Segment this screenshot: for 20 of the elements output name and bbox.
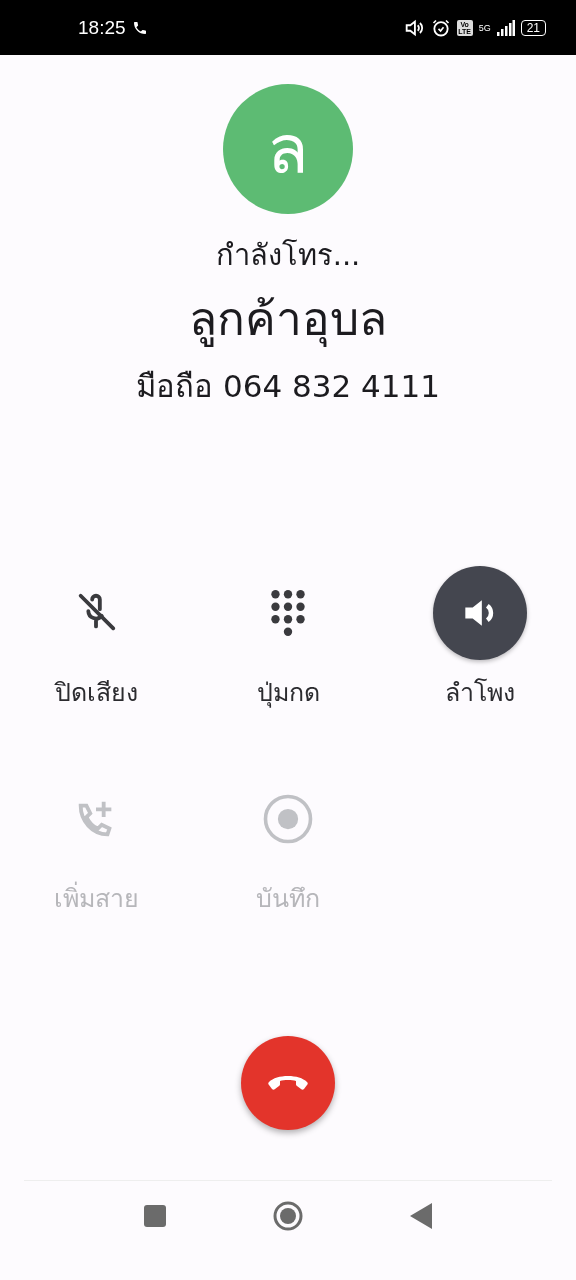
home-button[interactable] bbox=[273, 1200, 303, 1231]
record-icon bbox=[261, 792, 315, 846]
clock: 18:25 bbox=[78, 16, 126, 39]
battery-level: 21 bbox=[520, 19, 546, 36]
alarm-icon bbox=[430, 17, 451, 38]
mute-button[interactable]: ปิดเสียง bbox=[0, 566, 192, 712]
recents-button[interactable] bbox=[144, 1204, 166, 1227]
contact-avatar: ล bbox=[223, 84, 353, 214]
end-call-button[interactable] bbox=[241, 1036, 335, 1130]
phone-number: มือถือ 064 832 4111 bbox=[136, 367, 440, 406]
network-label: 5G bbox=[478, 22, 491, 33]
phone-icon bbox=[131, 19, 148, 36]
dialpad-icon bbox=[268, 589, 308, 637]
hang-up-icon bbox=[267, 1073, 309, 1093]
contact-name: ลูกค้าอุบล bbox=[189, 291, 387, 349]
speaker-button[interactable]: ลำโพง bbox=[384, 566, 576, 712]
back-button[interactable] bbox=[410, 1202, 432, 1229]
keypad-button[interactable]: ปุ่มกด bbox=[192, 566, 384, 712]
call-status: กำลังโทร... bbox=[215, 237, 361, 274]
signal-icon bbox=[496, 19, 515, 36]
